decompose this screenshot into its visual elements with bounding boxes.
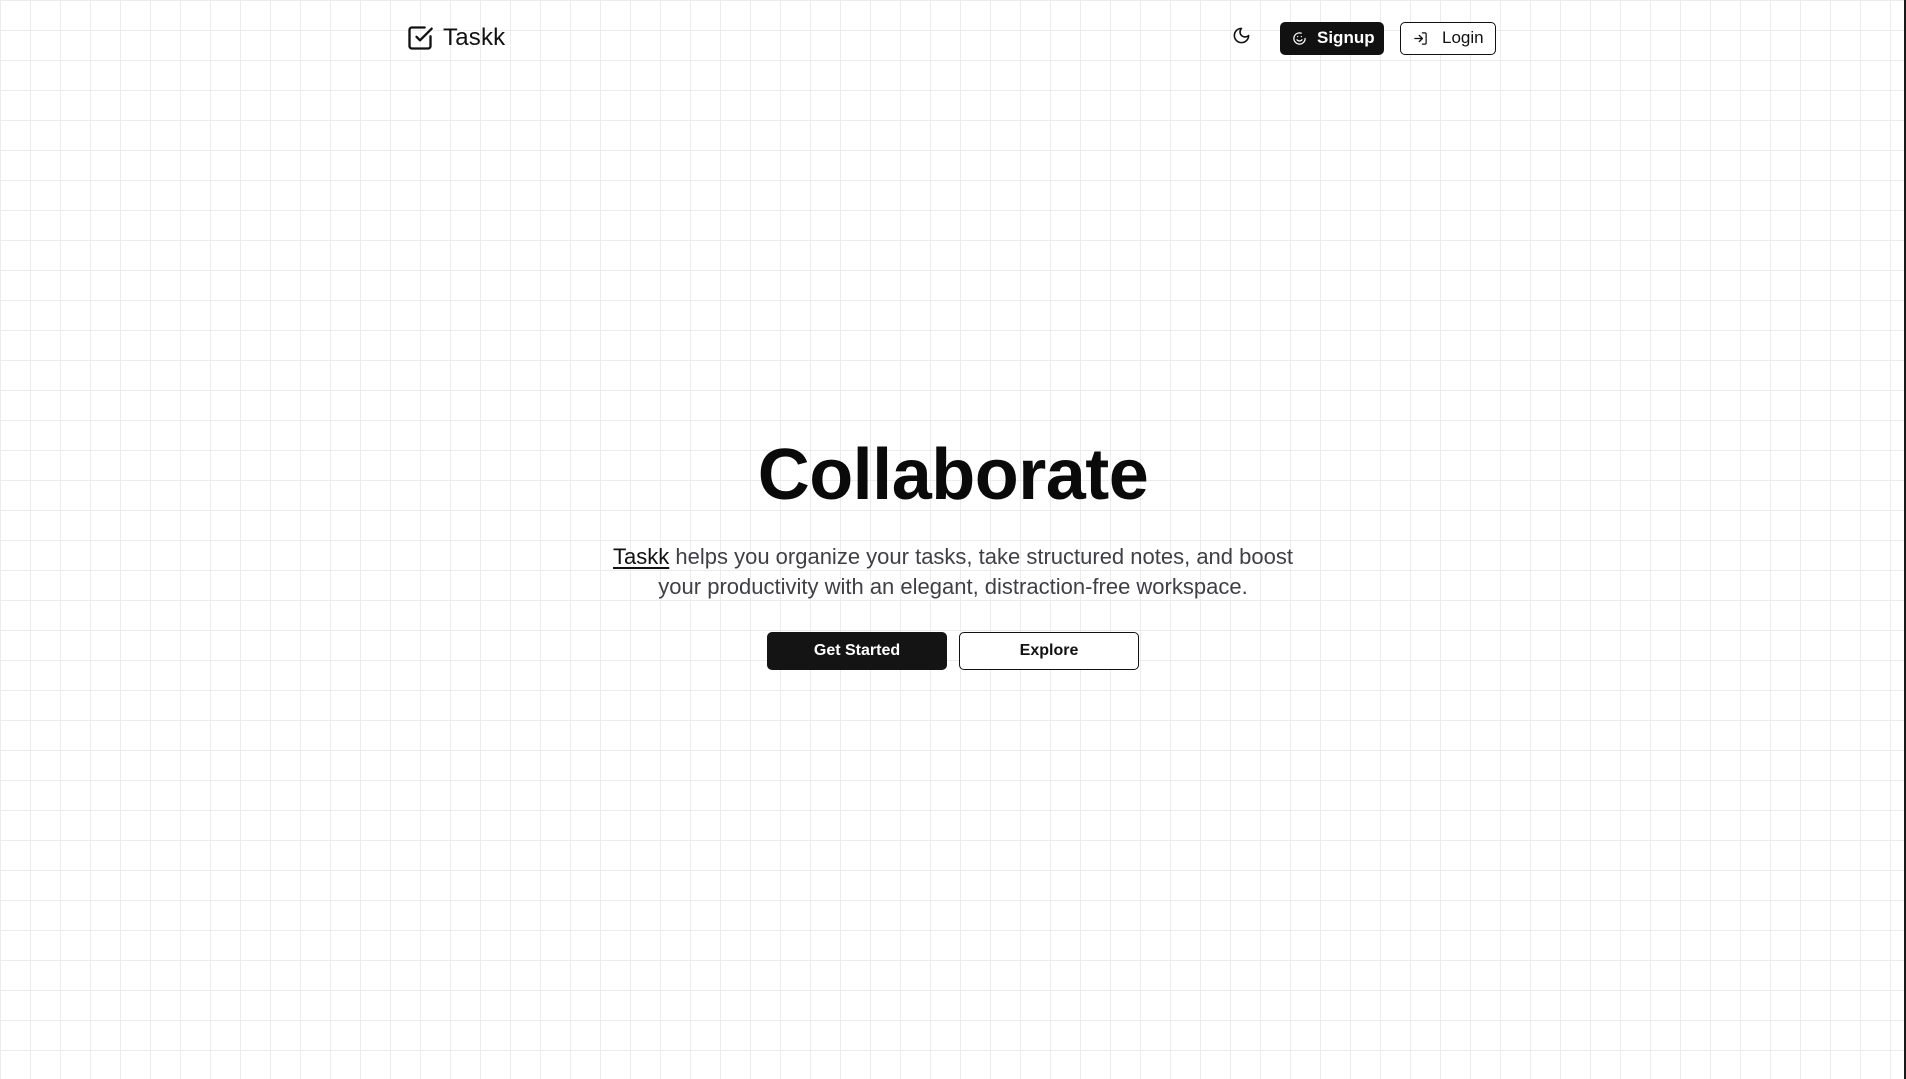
hero-subtitle-text: helps you organize your tasks, take stru…: [658, 544, 1293, 599]
header-nav: Signup Login: [1224, 21, 1496, 55]
signup-label: Signup: [1317, 28, 1375, 47]
hero-section: Collaborate Taskk helps you organize you…: [0, 430, 1906, 670]
explore-button[interactable]: Explore: [959, 632, 1139, 670]
log-in-icon: [1412, 30, 1428, 46]
hero-brand-link[interactable]: Taskk: [613, 544, 669, 569]
login-label: Login: [1442, 28, 1484, 47]
brand-name: Taskk: [443, 24, 506, 51]
checkbox-icon: [405, 23, 435, 53]
site-header: Taskk Signup Login: [405, 20, 1496, 56]
hero-subtitle: Taskk helps you organize your tasks, tak…: [593, 542, 1313, 602]
hero-actions: Get Started Explore: [0, 632, 1906, 670]
get-started-button[interactable]: Get Started: [767, 632, 947, 670]
smile-icon: [1292, 30, 1307, 46]
moon-icon: [1232, 26, 1251, 50]
hero-title: Collaborate: [757, 435, 1149, 515]
theme-toggle-button[interactable]: [1224, 21, 1258, 55]
signup-button[interactable]: Signup: [1280, 21, 1384, 55]
login-button[interactable]: Login: [1400, 21, 1496, 55]
brand-logo[interactable]: Taskk: [405, 23, 505, 53]
